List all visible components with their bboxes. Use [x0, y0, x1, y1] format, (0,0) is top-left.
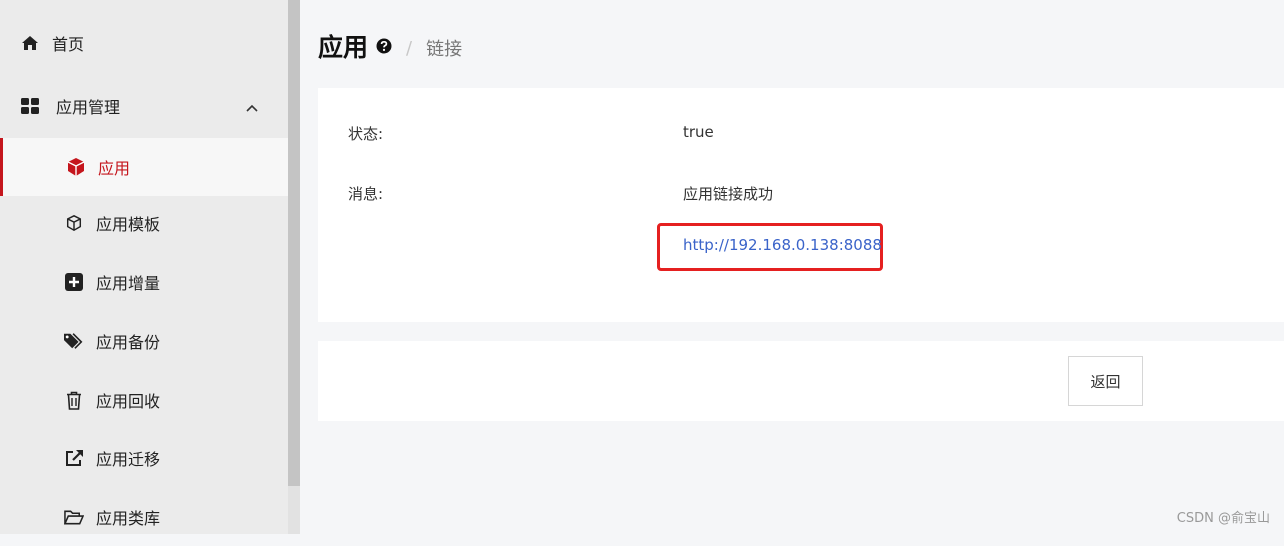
breadcrumb-separator: /	[406, 37, 413, 59]
sidebar-item-label: 应用增量	[96, 274, 161, 293]
cube-outline-icon	[64, 213, 84, 233]
home-icon	[20, 33, 40, 53]
sidebar-item-label: 应用迁移	[96, 450, 161, 469]
sidebar-group-label: 应用管理	[56, 98, 121, 117]
breadcrumb: 链接	[426, 39, 463, 60]
sidebar-item-app-recycle[interactable]: 应用回收	[0, 371, 288, 429]
status-value: true	[683, 123, 714, 141]
status-label: 状态:	[348, 125, 384, 143]
sidebar-item-label: 应用类库	[96, 509, 161, 528]
scrollbar-thumb[interactable]	[288, 0, 300, 486]
cube-icon	[66, 157, 86, 177]
sidebar-item-label: 首页	[52, 35, 85, 54]
sidebar-item-label: 应用备份	[96, 333, 161, 352]
app-link[interactable]: http://192.168.0.138:8088	[683, 236, 882, 254]
sidebar-group-app-management[interactable]: 应用管理	[0, 77, 288, 135]
trash-icon	[64, 390, 84, 410]
sidebar: 首页 应用管理 应用 应用模板 应用增量 应用备份 应用回收 应用迁移 应用类库	[0, 0, 300, 534]
sidebar-item-label: 应用回收	[96, 392, 161, 411]
sidebar-item-app-migration[interactable]: 应用迁移	[0, 429, 288, 487]
sidebar-item-label: 应用模板	[96, 215, 161, 234]
help-icon[interactable]	[376, 38, 392, 58]
sidebar-item-label: 应用	[98, 159, 131, 178]
sidebar-item-app-increment[interactable]: 应用增量	[0, 253, 288, 311]
grid-icon	[20, 96, 40, 116]
sidebar-item-app-template[interactable]: 应用模板	[0, 194, 288, 252]
sidebar-item-app[interactable]: 应用	[0, 138, 288, 196]
page-header: 应用 / 链接	[318, 28, 462, 64]
watermark: CSDN @俞宝山	[1176, 511, 1270, 526]
plus-square-icon	[64, 272, 84, 292]
sidebar-scrollbar[interactable]	[288, 0, 300, 534]
sidebar-item-app-library[interactable]: 应用类库	[0, 488, 288, 546]
share-icon	[64, 448, 84, 468]
tags-icon	[64, 331, 84, 351]
sidebar-item-home[interactable]: 首页	[0, 14, 288, 72]
footer-card: 返回	[318, 341, 1284, 421]
sidebar-item-app-backup[interactable]: 应用备份	[0, 312, 288, 370]
message-value: 应用链接成功	[683, 185, 774, 203]
message-label: 消息:	[348, 185, 384, 203]
page-title: 应用	[318, 33, 369, 62]
chevron-up-icon[interactable]	[246, 97, 258, 116]
back-button[interactable]: 返回	[1068, 356, 1143, 406]
result-card: 状态: true 消息: 应用链接成功 http://192.168.0.138…	[318, 88, 1284, 322]
folder-open-icon	[64, 507, 84, 527]
